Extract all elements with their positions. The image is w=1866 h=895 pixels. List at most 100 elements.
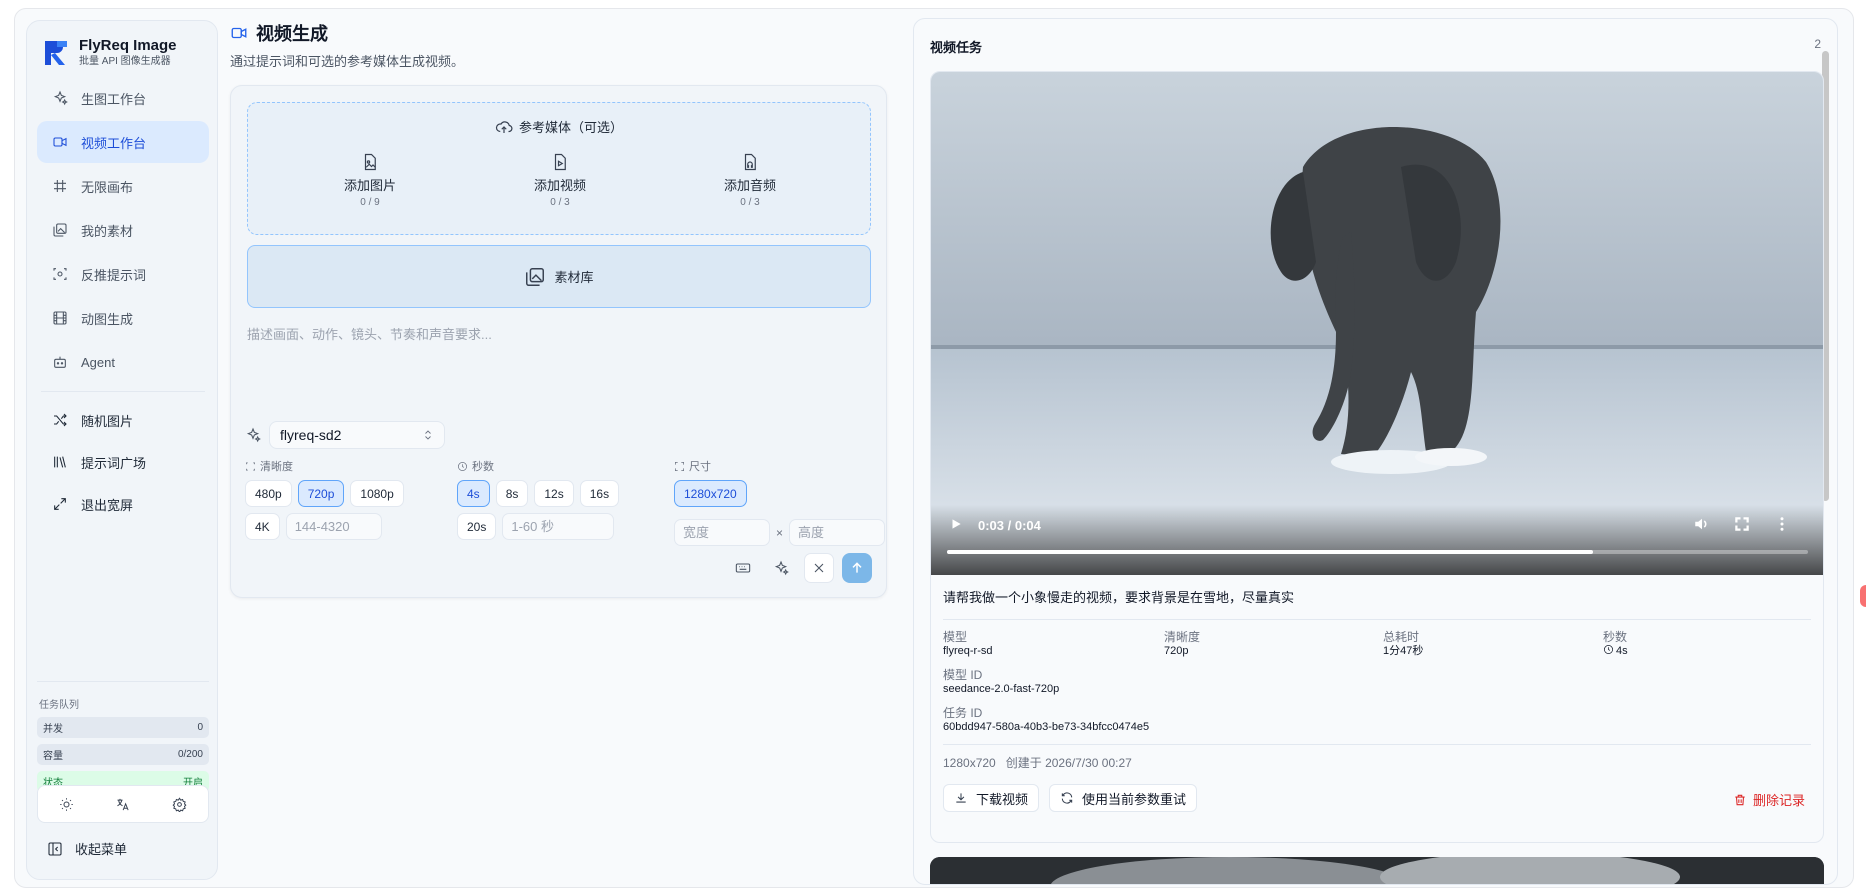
add-image-slot[interactable]: 添加图片 0 / 9 bbox=[310, 153, 430, 208]
page-title-text: 视频生成 bbox=[256, 24, 328, 44]
model-selected: flyreq-sd2 bbox=[280, 427, 342, 443]
size-height-input[interactable] bbox=[789, 519, 886, 546]
enhance-prompt-button[interactable] bbox=[766, 553, 796, 583]
video-player[interactable]: 0:03 / 0:04 bbox=[931, 72, 1823, 575]
retry-button[interactable]: 使用当前参数重试 bbox=[1049, 784, 1198, 812]
library-icon bbox=[51, 453, 69, 471]
volume-icon[interactable] bbox=[1693, 515, 1711, 533]
meta-key: 秒数 bbox=[1603, 630, 1628, 644]
resolution-custom-input[interactable] bbox=[285, 513, 382, 540]
bot-icon bbox=[51, 353, 69, 371]
sidebar-item-label: 视频工作台 bbox=[81, 135, 147, 151]
collapse-menu-button[interactable]: 收起菜单 bbox=[47, 839, 127, 858]
clock-icon bbox=[458, 461, 467, 471]
meta-task-id: 任务 ID 60bdd947-580a-40b3-be73-34bfcc0474… bbox=[943, 706, 1149, 734]
sidebar-item-label: Agent bbox=[81, 354, 115, 370]
brand-logo bbox=[45, 41, 67, 65]
video-time: 0:03 / 0:04 bbox=[978, 518, 1041, 533]
clock-icon bbox=[1604, 645, 1613, 654]
submit-button[interactable] bbox=[842, 553, 872, 583]
video-frame-elephant bbox=[931, 72, 1823, 575]
seconds-option-8s[interactable]: 8s bbox=[495, 480, 529, 507]
sidebar-item-label: 反推提示词 bbox=[81, 267, 147, 283]
video-icon bbox=[231, 27, 247, 39]
sidebar-item-random-image[interactable]: 随机图片 bbox=[37, 400, 209, 440]
size-label: 尺寸 bbox=[674, 458, 886, 474]
model-row: flyreq-sd2 bbox=[245, 421, 445, 449]
sun-icon[interactable] bbox=[57, 795, 75, 813]
sidebar-item-agent[interactable]: Agent bbox=[37, 341, 209, 383]
add-video-slot[interactable]: 添加视频 0 / 3 bbox=[500, 153, 620, 208]
download-icon bbox=[956, 793, 966, 803]
seconds-option-4s[interactable]: 4s bbox=[457, 480, 490, 507]
video-icon bbox=[51, 133, 69, 151]
sidebar-item-video-workbench[interactable]: 视频工作台 bbox=[37, 121, 209, 163]
keyboard-button[interactable] bbox=[728, 553, 758, 583]
meta-key: 总耗时 bbox=[1383, 630, 1420, 644]
brand-subtitle: 批量 API 图像生成器 bbox=[79, 56, 171, 67]
resolution-option-4k[interactable]: 4K bbox=[245, 513, 280, 540]
seconds-option-16s[interactable]: 16s bbox=[579, 480, 620, 507]
task-queue: 任务队列 并发 0 容量 0/200 状态 开启 bbox=[37, 681, 209, 798]
sidebar-item-my-assets[interactable]: 我的素材 bbox=[37, 209, 209, 251]
keyboard-icon bbox=[735, 563, 751, 573]
resize-icon bbox=[675, 461, 684, 471]
trash-icon bbox=[1735, 794, 1745, 805]
prompt-input[interactable] bbox=[247, 324, 871, 424]
meta-value: 60bdd947-580a-40b3-be73-34bfcc0474e5 bbox=[943, 721, 1150, 733]
size-option-1280x720[interactable]: 1280x720 bbox=[674, 480, 747, 507]
meta-divider bbox=[943, 619, 1811, 620]
task-card: 0:03 / 0:04 请帮我做一个小象慢走的视频，要求背景是在雪地，尽量真实 … bbox=[930, 71, 1824, 843]
sidebar-item-label: 提示词广场 bbox=[81, 455, 147, 471]
delete-record-button[interactable]: 删除记录 bbox=[1733, 790, 1805, 809]
retry-label: 使用当前参数重试 bbox=[1082, 791, 1187, 807]
resolution-label: 清晰度 bbox=[245, 458, 417, 474]
sidebar-item-image-workbench[interactable]: 生图工作台 bbox=[37, 77, 209, 119]
file-image-icon bbox=[364, 153, 376, 171]
meta-value: 4s bbox=[1603, 644, 1628, 658]
resolution-option-1080p[interactable]: 1080p bbox=[350, 480, 404, 507]
sidebar-item-label: 无限画布 bbox=[81, 179, 134, 195]
asset-library-button[interactable]: 素材库 bbox=[247, 245, 871, 308]
sidebar-item-prompt-plaza[interactable]: 提示词广场 bbox=[37, 442, 209, 482]
queue-row-capacity: 容量 0/200 bbox=[37, 744, 209, 765]
sidebar-item-label: 生图工作台 bbox=[81, 91, 147, 107]
tasks-title: 视频任务 bbox=[930, 40, 983, 55]
reference-media-dropzone[interactable]: 参考媒体（可选） 添加图片 0 / 9 添加视频 0 / 3 添加音频 0 / … bbox=[247, 102, 871, 235]
meta-model: 模型 flyreq-r-sd bbox=[943, 630, 993, 658]
meta-key: 任务 ID bbox=[943, 706, 983, 720]
asset-library-label: 素材库 bbox=[554, 270, 594, 285]
sparkles-icon bbox=[774, 560, 789, 576]
seconds-custom-input[interactable] bbox=[502, 513, 615, 540]
model-select[interactable]: flyreq-sd2 bbox=[269, 421, 445, 449]
download-video-button[interactable]: 下载视频 bbox=[943, 784, 1040, 812]
size-width-input[interactable] bbox=[674, 519, 770, 546]
clear-button[interactable] bbox=[804, 553, 834, 583]
resolution-option-480p[interactable]: 480p bbox=[245, 480, 292, 507]
seconds-option-12s[interactable]: 12s bbox=[534, 480, 574, 507]
sidebar-item-reverse-prompt[interactable]: 反推提示词 bbox=[37, 253, 209, 295]
sidebar-item-infinite-canvas[interactable]: 无限画布 bbox=[37, 165, 209, 207]
video-form: 参考媒体（可选） 添加图片 0 / 9 添加视频 0 / 3 添加音频 0 / … bbox=[230, 85, 887, 598]
seconds-option-20s[interactable]: 20s bbox=[457, 513, 497, 540]
panel-collapse-icon bbox=[48, 841, 62, 856]
meta-value: 1分47秒 bbox=[1383, 645, 1424, 657]
seconds-label: 秒数 bbox=[457, 458, 637, 474]
resolution-option-720p[interactable]: 720p bbox=[297, 480, 345, 507]
translate-icon[interactable] bbox=[114, 795, 132, 813]
reference-media-title: 参考媒体（可选） bbox=[248, 117, 870, 136]
play-icon[interactable] bbox=[949, 517, 963, 531]
add-audio-slot[interactable]: 添加音频 0 / 3 bbox=[690, 153, 810, 208]
meta-elapsed: 总耗时 1分47秒 bbox=[1383, 630, 1423, 658]
shuffle-icon bbox=[51, 411, 69, 429]
size-times: × bbox=[776, 525, 784, 540]
collapse-menu-label: 收起菜单 bbox=[75, 842, 128, 857]
video-progress-bar[interactable] bbox=[947, 550, 1808, 554]
sidebar-item-exit-widescreen[interactable]: 退出宽屏 bbox=[37, 484, 209, 524]
video-tasks-panel: 视频任务 2 0:03 / 0:04 请帮我做一个小象慢走的视频，要求背景是在雪… bbox=[913, 18, 1838, 885]
fullscreen-icon[interactable] bbox=[1733, 515, 1751, 533]
sidebar-item-gif-generation[interactable]: 动图生成 bbox=[37, 297, 209, 339]
gear-icon[interactable] bbox=[171, 795, 189, 813]
more-vertical-icon[interactable] bbox=[1773, 515, 1791, 533]
add-video-label: 添加视频 bbox=[533, 178, 586, 193]
